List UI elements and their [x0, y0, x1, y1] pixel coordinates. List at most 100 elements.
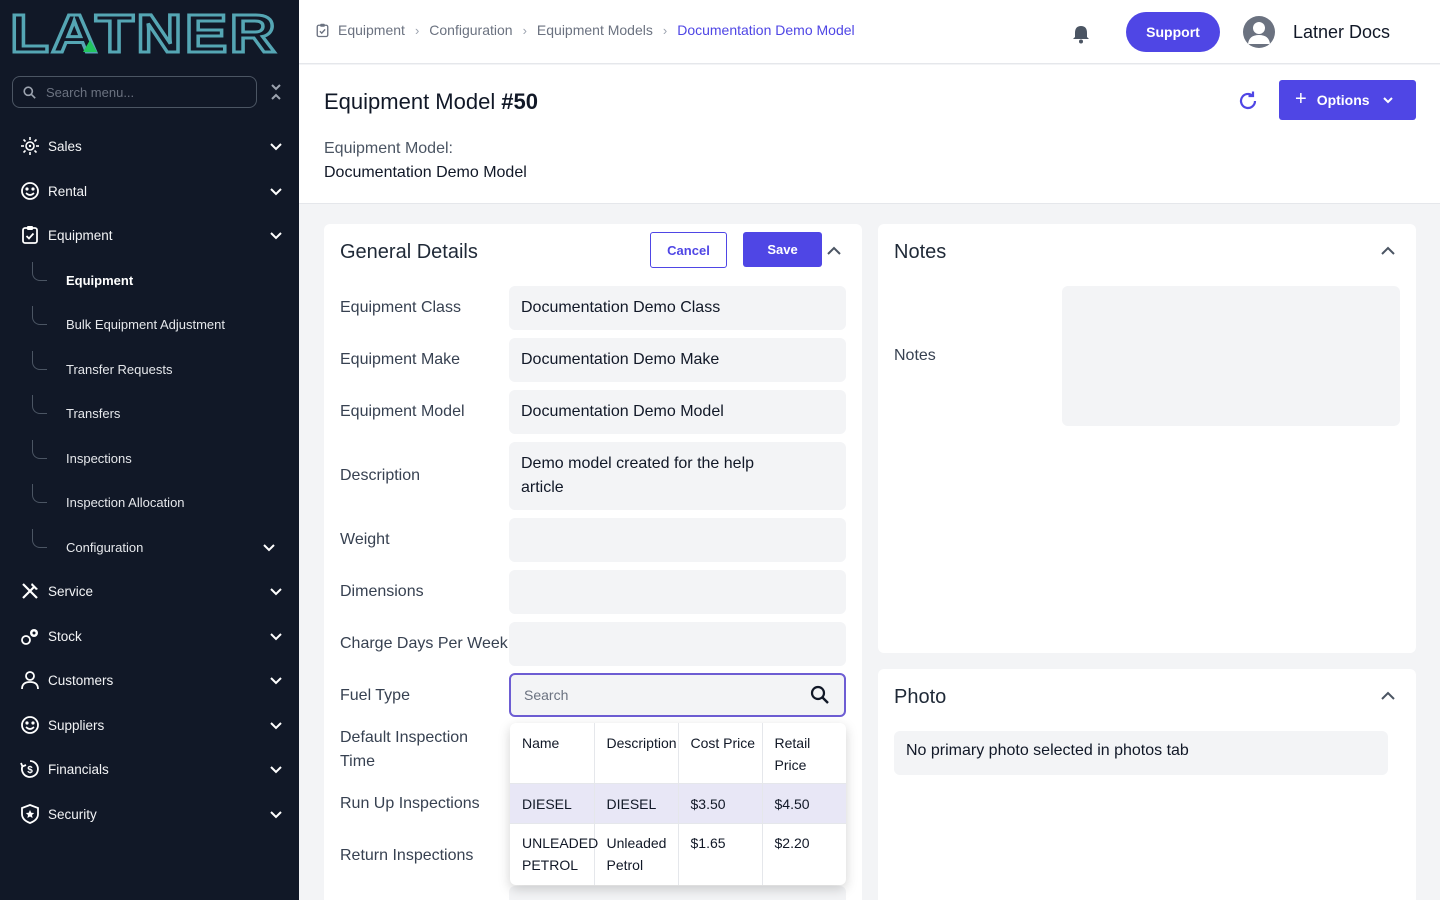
chevron-down-icon	[263, 544, 275, 552]
table-cell: $4.50	[762, 782, 846, 823]
table-cell: $3.50	[678, 782, 763, 823]
cancel-button[interactable]: Cancel	[650, 232, 727, 268]
sidebar-item-service[interactable]: Service	[0, 571, 299, 611]
bell-icon[interactable]	[1071, 24, 1091, 44]
sidebar-item-equipment[interactable]: Equipment	[0, 215, 299, 255]
notes-textarea[interactable]	[1062, 286, 1400, 426]
charge-days-label: Charge Days Per Week	[340, 635, 508, 652]
chevron-up-icon[interactable]	[1380, 243, 1396, 259]
support-button[interactable]: Support	[1126, 12, 1220, 52]
rental-icon	[20, 181, 40, 201]
charge-days-field[interactable]	[509, 622, 846, 666]
sidebar-subitem-label: Equipment	[66, 272, 134, 288]
chevron-down-icon	[270, 766, 282, 774]
chevron-up-icon[interactable]	[1380, 688, 1396, 704]
notes-label: Notes	[894, 347, 936, 364]
chevron-down-icon	[270, 722, 282, 730]
photo-title: Photo	[894, 686, 947, 708]
sales-icon	[20, 136, 40, 156]
chevron-down-icon	[270, 811, 282, 819]
options-button[interactable]: + Options	[1279, 80, 1416, 120]
breadcrumb-configuration[interactable]: Configuration	[429, 22, 512, 38]
shield-icon	[20, 804, 40, 824]
sidebar-subitem-transfers[interactable]: Transfers	[32, 395, 292, 431]
customers-icon	[20, 670, 40, 690]
svg-text:$: $	[27, 765, 33, 776]
notes-card: Notes Notes	[878, 224, 1416, 653]
user-icon	[1248, 22, 1270, 44]
chevron-down-icon	[1382, 97, 1393, 104]
sidebar-subitem-bulk-adjustment[interactable]: Bulk Equipment Adjustment	[32, 306, 292, 342]
suppliers-icon	[20, 715, 40, 735]
sidebar-search-input[interactable]	[46, 84, 226, 100]
sidebar-item-rental[interactable]: Rental	[0, 171, 299, 211]
model-value: Documentation Demo Model	[324, 164, 527, 181]
sidebar-item-financials[interactable]: $ Financials	[0, 749, 299, 789]
chevron-up-icon[interactable]	[826, 243, 842, 259]
dimensions-field[interactable]	[509, 570, 846, 614]
financials-icon: $	[20, 759, 40, 779]
sidebar-subitem-configuration[interactable]: Configuration	[32, 529, 292, 565]
equipment-make-label: Equipment Make	[340, 351, 461, 368]
table-row[interactable]: DIESEL DIESEL $3.50 $4.50	[510, 782, 846, 823]
default-inspection-time-label: Default Inspection Time	[340, 729, 469, 770]
sidebar-subitem-transfer-requests[interactable]: Transfer Requests	[32, 351, 292, 387]
user-name[interactable]: Latner Docs	[1293, 22, 1390, 43]
fuel-type-search-input[interactable]	[524, 687, 794, 703]
next-field[interactable]	[509, 886, 846, 900]
sidebar-subitem-label: Bulk Equipment Adjustment	[66, 316, 225, 332]
breadcrumb: Equipment › Configuration › Equipment Mo…	[315, 22, 855, 38]
equipment-make-field[interactable]: Documentation Demo Make	[509, 338, 846, 382]
sidebar-subitem-inspection-allocation[interactable]: Inspection Allocation	[32, 484, 292, 520]
sidebar-subitem-label: Configuration	[66, 539, 144, 555]
service-icon	[20, 581, 40, 601]
page-title-text: Equipment Model	[324, 89, 496, 114]
sidebar-search	[12, 76, 257, 108]
weight-field[interactable]	[509, 518, 846, 562]
stock-icon	[20, 626, 40, 646]
breadcrumb-current[interactable]: Documentation Demo Model	[677, 22, 854, 38]
sidebar-item-security[interactable]: Security	[0, 794, 299, 834]
chevron-down-icon	[270, 143, 282, 151]
collapse-sidebar-icon[interactable]	[268, 82, 284, 102]
latner-logo[interactable]: LATNER	[10, 8, 282, 56]
clipboard-icon	[316, 23, 329, 37]
search-icon[interactable]	[810, 685, 830, 705]
sidebar-item-suppliers[interactable]: Suppliers	[0, 705, 299, 745]
breadcrumb-equipment[interactable]: Equipment	[338, 22, 405, 38]
sidebar-item-label: Sales	[48, 138, 82, 154]
page-title: Equipment Model #50	[324, 89, 538, 115]
model-label: Equipment Model:	[324, 140, 453, 157]
fuel-type-search	[509, 673, 846, 717]
sidebar-item-label: Customers	[48, 672, 114, 688]
record-number: #50	[501, 89, 538, 114]
general-details-title: General Details	[340, 241, 478, 263]
chevron-down-icon	[270, 188, 282, 196]
table-cell: $1.65	[678, 822, 763, 885]
table-row[interactable]: UNLEADED PETROL Unleaded Petrol $1.65 $2…	[510, 822, 846, 885]
breadcrumb-equipment-models[interactable]: Equipment Models	[537, 22, 653, 38]
table-cell: DIESEL	[594, 782, 679, 823]
description-field[interactable]: Demo model created for the help article	[509, 442, 846, 510]
sidebar-subitem-label: Transfers	[66, 405, 121, 421]
chevron-down-icon	[270, 588, 282, 596]
equipment-class-field[interactable]: Documentation Demo Class	[509, 286, 846, 330]
equipment-class-label: Equipment Class	[340, 299, 461, 316]
sidebar-item-stock[interactable]: Stock	[0, 616, 299, 656]
sidebar-item-sales[interactable]: Sales	[0, 126, 299, 166]
table-cell: DIESEL	[510, 782, 595, 823]
sidebar-subitem-inspections[interactable]: Inspections	[32, 440, 292, 476]
top-bar: Equipment › Configuration › Equipment Mo…	[299, 0, 1440, 64]
search-icon	[23, 85, 36, 99]
refresh-icon[interactable]	[1237, 90, 1259, 112]
chevron-right-icon: ›	[662, 22, 668, 38]
equipment-model-field[interactable]: Documentation Demo Model	[509, 390, 846, 434]
save-button[interactable]: Save	[743, 232, 822, 267]
sidebar-subitem-equipment[interactable]: Equipment	[32, 262, 292, 298]
page-header: Equipment Model #50 + Options Equipment M…	[299, 65, 1440, 204]
return-inspections-label: Return Inspections	[340, 847, 474, 864]
table-cell: Unleaded Petrol	[594, 822, 679, 885]
column-header-retail-price: Retail Price	[774, 735, 811, 773]
avatar[interactable]	[1243, 16, 1275, 48]
sidebar-item-customers[interactable]: Customers	[0, 660, 299, 700]
